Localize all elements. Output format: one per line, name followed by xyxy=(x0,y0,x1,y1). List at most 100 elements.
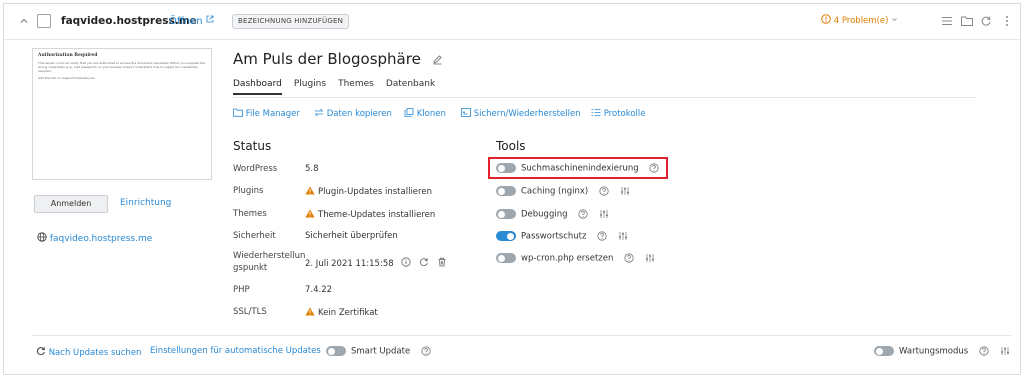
add-tag-button[interactable]: BEZEICHNUNG HINZUFÜGEN xyxy=(232,14,350,29)
globe-icon xyxy=(37,232,47,242)
login-button[interactable]: Anmelden xyxy=(34,195,108,213)
chevron-down-icon xyxy=(892,18,897,22)
site-tabs: Dashboard Plugins Themes Datenbank xyxy=(233,79,447,95)
tab-dashboard[interactable]: Dashboard xyxy=(233,79,282,95)
help-icon[interactable] xyxy=(624,253,634,263)
php-version: 7.4.22 xyxy=(305,285,333,295)
help-icon[interactable] xyxy=(979,346,989,356)
page-title: Am Puls der Blogosphäre xyxy=(233,50,443,68)
help-icon[interactable] xyxy=(597,231,607,241)
caching-toggle[interactable] xyxy=(496,186,516,196)
sliders-icon[interactable] xyxy=(620,186,630,196)
restore-icon[interactable] xyxy=(419,257,429,267)
wp-cron-label: wp-cron.php ersetzen xyxy=(521,253,614,264)
backup-restore-link[interactable]: Sichern/Wiederherstellen xyxy=(461,108,581,119)
setup-link[interactable]: Einrichtung xyxy=(120,198,171,208)
chevron-up-icon[interactable] xyxy=(19,16,29,26)
preview-text: This server could not verify that you ar… xyxy=(38,61,206,73)
list-view-icon[interactable] xyxy=(940,14,954,28)
backup-restore-label: Sichern/Wiederherstellen xyxy=(473,109,581,119)
warning-triangle-icon xyxy=(305,209,315,218)
password-protection-label: Passwortschutz xyxy=(521,231,587,242)
problems-dropdown[interactable]: 4 Problem(e) xyxy=(821,14,898,26)
maintenance-mode-control: Wartungsmodus xyxy=(874,346,1010,357)
security-check-link[interactable]: Sicherheit überprüfen xyxy=(305,231,398,241)
check-updates-label: Nach Updates suchen xyxy=(48,348,142,358)
debugging-toggle[interactable] xyxy=(496,209,516,219)
status-label-security: Sicherheit xyxy=(233,231,276,241)
copy-data-link[interactable]: Daten kopieren xyxy=(314,108,392,119)
tab-plugins[interactable]: Plugins xyxy=(294,79,326,93)
more-options-icon[interactable] xyxy=(1000,14,1014,28)
preview-title: Authorization Required xyxy=(38,53,98,58)
sliders-icon[interactable] xyxy=(645,253,655,263)
site-select-checkbox[interactable] xyxy=(37,14,51,28)
theme-updates-label: Theme-Updates installieren xyxy=(318,210,436,220)
restore-point-value: 2. Juli 2021 11:15:58 xyxy=(305,257,447,269)
tool-password-protection: Passwortschutz xyxy=(496,231,628,242)
tab-themes[interactable]: Themes xyxy=(338,79,374,93)
search-indexing-toggle[interactable] xyxy=(496,163,516,173)
theme-updates-link[interactable]: Theme-Updates installieren xyxy=(305,209,435,220)
maintenance-mode-toggle[interactable] xyxy=(874,346,894,356)
password-protection-toggle[interactable] xyxy=(496,231,516,241)
open-site-link[interactable]: Öffnen xyxy=(169,15,214,27)
status-label-ssl: SSL/TLS xyxy=(233,307,267,317)
search-indexing-label: Suchmaschinenindexierung xyxy=(521,163,639,174)
help-icon[interactable] xyxy=(578,209,588,219)
site-title: Am Puls der Blogosphäre xyxy=(233,50,421,68)
status-label-restore-point-line2: gspunkt xyxy=(233,263,268,273)
smart-update-label: Smart Update xyxy=(351,346,411,357)
help-icon[interactable] xyxy=(421,346,431,356)
copy-data-label: Daten kopieren xyxy=(326,109,392,119)
list-icon xyxy=(591,109,601,116)
site-url-label: faqvideo.hostpress.me xyxy=(49,234,153,244)
restore-point-date: 2. Juli 2021 11:15:58 xyxy=(305,259,394,269)
help-icon[interactable] xyxy=(649,163,660,173)
caching-label: Caching (nginx) xyxy=(521,186,589,197)
tool-caching: Caching (nginx) xyxy=(496,186,630,197)
maintenance-mode-label: Wartungsmodus xyxy=(899,346,969,357)
wp-cron-toggle[interactable] xyxy=(496,253,516,263)
tab-database[interactable]: Datenbank xyxy=(386,79,435,93)
edit-pencil-icon[interactable] xyxy=(432,54,443,65)
warning-triangle-icon xyxy=(305,307,315,316)
auto-updates-settings-link[interactable]: Einstellungen für automatische Updates xyxy=(150,346,321,356)
status-label-themes: Themes xyxy=(233,209,267,219)
clone-label: Klonen xyxy=(416,109,446,119)
status-heading: Status xyxy=(233,139,272,153)
tool-wp-cron: wp-cron.php ersetzen xyxy=(496,253,655,264)
backup-icon xyxy=(461,108,471,117)
check-updates-link[interactable]: Nach Updates suchen xyxy=(36,346,141,358)
warning-triangle-icon xyxy=(305,186,315,195)
help-icon[interactable] xyxy=(599,186,609,196)
tab-divider xyxy=(233,97,977,98)
smart-update-toggle[interactable] xyxy=(326,346,346,356)
warning-circle-icon xyxy=(821,14,831,24)
status-label-wordpress: WordPress xyxy=(233,164,278,174)
site-preview-thumbnail[interactable]: Authorization Required This server could… xyxy=(32,48,212,180)
clone-link[interactable]: Klonen xyxy=(404,108,446,119)
sliders-icon[interactable] xyxy=(1000,346,1010,356)
folder-icon[interactable] xyxy=(960,14,974,28)
logs-link[interactable]: Protokolle xyxy=(591,108,646,119)
logs-label: Protokolle xyxy=(603,109,646,119)
sliders-icon[interactable] xyxy=(599,209,609,219)
problems-label: 4 Problem(e) xyxy=(833,16,889,26)
status-label-restore-point-line1: Wiederherstellun xyxy=(233,251,306,261)
site-url-link[interactable]: faqvideo.hostpress.me xyxy=(37,232,152,244)
ssl-certificate-link[interactable]: Kein Zertifikat xyxy=(305,307,378,318)
refresh-icon xyxy=(36,347,45,356)
plugin-updates-link[interactable]: Plugin-Updates installieren xyxy=(305,186,432,197)
refresh-icon[interactable] xyxy=(979,14,993,28)
site-header: faqvideo.hostpress.me Öffnen BEZEICHNUNG… xyxy=(4,4,1020,40)
file-manager-label: File Manager xyxy=(245,109,300,119)
info-icon[interactable] xyxy=(401,257,411,267)
debugging-label: Debugging xyxy=(521,209,568,220)
status-label-plugins: Plugins xyxy=(233,186,264,196)
footer-divider xyxy=(32,335,1012,336)
open-site-label: Öffnen xyxy=(169,16,203,27)
file-manager-link[interactable]: File Manager xyxy=(233,108,300,119)
sliders-icon[interactable] xyxy=(618,231,628,241)
trash-icon[interactable] xyxy=(437,257,447,267)
